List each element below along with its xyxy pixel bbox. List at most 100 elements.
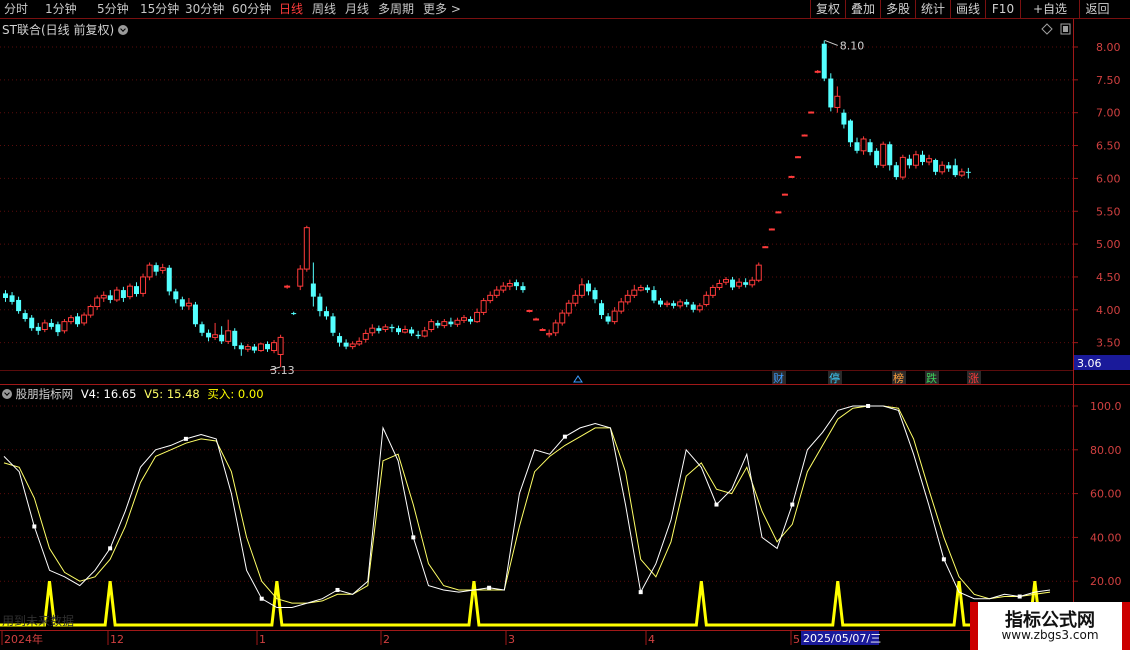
candle: [671, 300, 677, 309]
triangle-marker-icon[interactable]: [573, 375, 583, 383]
indicator-tick-label: 80.00: [1090, 444, 1122, 457]
candle-body: [730, 279, 736, 288]
candle: [153, 262, 159, 276]
candle-body: [87, 306, 94, 316]
candle: [487, 291, 494, 304]
event-marker[interactable]: 涨: [967, 371, 981, 385]
candle-body: [206, 332, 212, 338]
candle: [126, 283, 133, 300]
candle-body: [801, 134, 808, 137]
candle: [677, 299, 684, 309]
candle-body: [166, 267, 172, 292]
site-watermark: 指标公式网 www.zbgs3.com: [970, 602, 1130, 650]
time-label: 12: [110, 633, 124, 646]
candle-body: [506, 283, 513, 287]
candle: [356, 337, 363, 346]
candle: [781, 193, 788, 196]
v4-point-marker: [183, 436, 188, 441]
candle: [362, 329, 369, 343]
candle: [3, 290, 8, 302]
candle-body: [578, 284, 585, 296]
candle-body: [671, 303, 677, 306]
candle: [768, 228, 775, 231]
candle: [887, 141, 893, 171]
candle-body: [762, 246, 769, 249]
candle: [664, 300, 671, 308]
v4-point-marker: [941, 557, 946, 562]
candle: [637, 284, 644, 292]
candle: [75, 313, 81, 327]
candle: [533, 317, 540, 321]
candle: [251, 343, 257, 354]
candle-body: [107, 295, 113, 300]
candle: [814, 69, 821, 74]
candle-body: [926, 158, 933, 163]
candle-body: [41, 322, 48, 331]
candle: [749, 276, 756, 288]
candle: [578, 278, 585, 298]
diamond-icon[interactable]: [1041, 23, 1053, 35]
candle: [599, 299, 605, 319]
candle-body: [389, 326, 395, 329]
candle: [415, 330, 421, 339]
candle: [87, 304, 94, 318]
candle-body: [847, 120, 853, 143]
candle: [212, 322, 219, 341]
candle-body: [303, 227, 310, 270]
candle-body: [618, 301, 625, 312]
candle: [238, 342, 244, 356]
stock-chart-canvas[interactable]: 8.00 7.50 7.00 6.50 6.00 5.50 5.00 4.50 4.00 3.50…: [0, 0, 1130, 650]
candle-body: [533, 318, 540, 321]
candle-body: [912, 154, 919, 166]
candle-body: [3, 293, 8, 298]
candle: [369, 324, 376, 337]
candle: [271, 340, 278, 354]
candle: [277, 334, 284, 367]
candle-body: [16, 299, 22, 312]
candlestick-series: 8.10 3.13: [3, 39, 971, 377]
event-marker-label: 停: [829, 371, 840, 385]
candle: [933, 158, 939, 176]
candle-body: [592, 290, 598, 300]
candle-body: [153, 265, 159, 272]
candle-body: [768, 228, 775, 231]
candle: [376, 325, 382, 334]
candle: [880, 141, 887, 168]
candle: [192, 301, 198, 327]
v4-line: [3, 405, 1051, 608]
v5-line: [3, 405, 1051, 604]
indicator-tick-label: 40.00: [1090, 531, 1122, 544]
candle: [696, 303, 703, 313]
candle: [644, 284, 650, 293]
candle: [893, 161, 899, 180]
candle: [48, 318, 54, 330]
candle-body: [867, 142, 873, 153]
candle-body: [539, 329, 546, 332]
event-marker[interactable]: 财: [772, 371, 786, 385]
candle-body: [788, 175, 795, 178]
candle-body: [781, 193, 788, 196]
event-marker-label: 榜: [893, 371, 904, 385]
candle: [775, 211, 782, 214]
candle: [81, 312, 88, 326]
candle-body: [585, 283, 591, 292]
candle-body: [100, 294, 107, 299]
candle-body: [703, 294, 710, 306]
candle-body: [421, 330, 428, 337]
event-marker[interactable]: 停: [828, 371, 842, 385]
v4-point-marker: [638, 590, 643, 595]
candle: [565, 299, 572, 317]
candle-body: [251, 346, 257, 351]
candle: [428, 318, 435, 333]
candle: [206, 329, 212, 342]
candle-body: [22, 313, 28, 319]
layout-icons[interactable]: [1041, 23, 1071, 35]
event-marker[interactable]: 跌: [925, 371, 939, 385]
event-marker[interactable]: 榜: [892, 371, 906, 385]
candle: [605, 313, 611, 325]
price-tick-label: 3.50: [1096, 337, 1121, 350]
candle: [513, 279, 519, 291]
panel-icon-fill: [1063, 26, 1068, 32]
event-marker-label: 跌: [926, 371, 937, 385]
indicator-tick-label: 100.0: [1090, 400, 1122, 413]
